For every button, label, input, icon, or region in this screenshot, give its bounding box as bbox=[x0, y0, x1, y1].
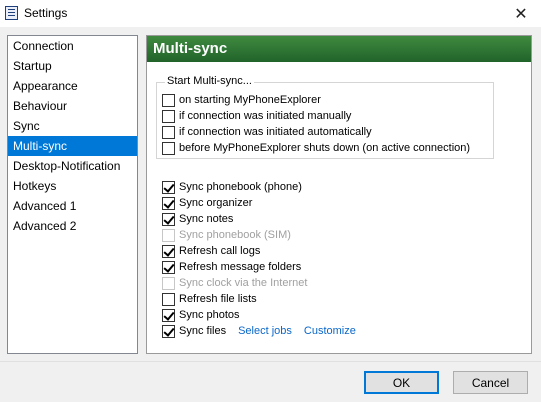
checkbox bbox=[162, 276, 175, 290]
checkbox[interactable] bbox=[162, 141, 175, 155]
checkbox[interactable] bbox=[162, 180, 175, 194]
checkbox[interactable] bbox=[162, 244, 175, 258]
option-refresh-message-folders[interactable]: Refresh message folders bbox=[162, 259, 301, 275]
title-bar: Settings ✕ bbox=[0, 0, 541, 27]
window-title: Settings bbox=[24, 6, 68, 20]
option-sync-photos[interactable]: Sync photos bbox=[162, 307, 240, 323]
nav-item-multi-sync[interactable]: Multi-sync bbox=[8, 136, 137, 156]
multi-sync-panel: Multi-sync Start Multi-sync... on starti… bbox=[146, 35, 532, 354]
checkbox[interactable] bbox=[162, 260, 175, 274]
checkbox[interactable] bbox=[162, 125, 175, 139]
cancel-button[interactable]: Cancel bbox=[453, 371, 528, 394]
checkbox[interactable] bbox=[162, 324, 175, 338]
checkbox bbox=[162, 228, 175, 242]
select-jobs-link[interactable]: Select jobs bbox=[238, 325, 292, 337]
checkbox[interactable] bbox=[162, 93, 175, 107]
option-sync-organizer[interactable]: Sync organizer bbox=[162, 195, 252, 211]
nav-item-desktop-notification[interactable]: Desktop-Notification bbox=[8, 156, 137, 176]
option-sync-files[interactable]: Sync files Select jobs Customize bbox=[162, 323, 356, 339]
close-icon[interactable]: ✕ bbox=[501, 0, 541, 27]
nav-item-advanced-2[interactable]: Advanced 2 bbox=[8, 216, 137, 236]
checkbox[interactable] bbox=[162, 196, 175, 210]
option-refresh-call-logs[interactable]: Refresh call logs bbox=[162, 243, 260, 259]
nav-item-hotkeys[interactable]: Hotkeys bbox=[8, 176, 137, 196]
option-sync-clock: Sync clock via the Internet bbox=[162, 275, 307, 291]
checkbox[interactable] bbox=[162, 292, 175, 306]
nav-item-sync[interactable]: Sync bbox=[8, 116, 137, 136]
option-initiated-manually[interactable]: if connection was initiated manually bbox=[162, 108, 351, 124]
settings-category-list[interactable]: Connection Startup Appearance Behaviour … bbox=[7, 35, 138, 354]
nav-item-behaviour[interactable]: Behaviour bbox=[8, 96, 137, 116]
nav-item-advanced-1[interactable]: Advanced 1 bbox=[8, 196, 137, 216]
checkbox[interactable] bbox=[162, 109, 175, 123]
checkbox[interactable] bbox=[162, 212, 175, 226]
group-title: Start Multi-sync... bbox=[165, 75, 254, 87]
option-before-shutdown[interactable]: before MyPhoneExplorer shuts down (on ac… bbox=[162, 140, 470, 156]
option-sync-phonebook-sim: Sync phonebook (SIM) bbox=[162, 227, 291, 243]
option-refresh-file-lists[interactable]: Refresh file lists bbox=[162, 291, 257, 307]
panel-title: Multi-sync bbox=[147, 36, 531, 62]
option-on-starting[interactable]: on starting MyPhoneExplorer bbox=[162, 92, 321, 108]
option-sync-phonebook-phone[interactable]: Sync phonebook (phone) bbox=[162, 179, 302, 195]
nav-item-startup[interactable]: Startup bbox=[8, 56, 137, 76]
option-sync-notes[interactable]: Sync notes bbox=[162, 211, 233, 227]
settings-app-icon bbox=[5, 6, 18, 20]
customize-link[interactable]: Customize bbox=[304, 325, 356, 337]
nav-item-connection[interactable]: Connection bbox=[8, 36, 137, 56]
option-initiated-automatically[interactable]: if connection was initiated automaticall… bbox=[162, 124, 372, 140]
ok-button[interactable]: OK bbox=[364, 371, 439, 394]
checkbox[interactable] bbox=[162, 308, 175, 322]
nav-item-appearance[interactable]: Appearance bbox=[8, 76, 137, 96]
